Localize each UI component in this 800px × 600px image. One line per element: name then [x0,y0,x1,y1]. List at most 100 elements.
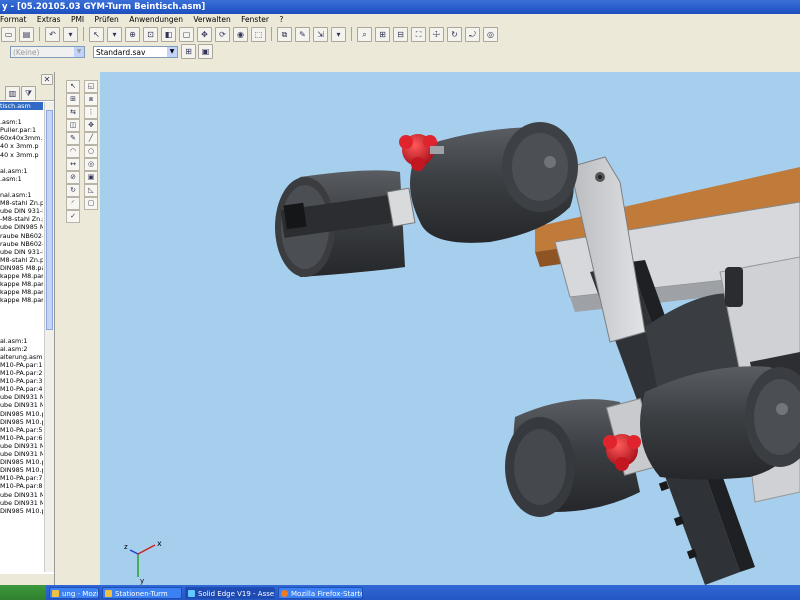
spin-view-icon[interactable]: ⤾ [465,26,480,42]
fit-icon[interactable]: ⊡ [143,26,158,42]
round-icon[interactable]: ◜ [66,197,80,210]
zoom-in-icon[interactable]: ⊞ [375,26,390,42]
move-part-icon[interactable]: ✥ [84,119,98,132]
view-save-icon[interactable]: ▣ [198,44,213,59]
filter-icon[interactable]: ⧩ [21,86,36,101]
tree-item[interactable]: ube DIN931 M10 [0,499,43,507]
tree-item[interactable]: M10-PA.par:4 [0,385,43,393]
zoom-area-icon[interactable]: ⌕ [357,26,372,42]
tree-item[interactable]: Puller.par:1 [0,126,43,134]
circle-icon[interactable]: ○ [84,145,98,158]
tree-item[interactable]: ube DIN931 M10 [0,401,43,409]
copy-icon[interactable]: ▭ [1,26,16,42]
paste-icon[interactable]: ▤ [19,26,34,42]
rotate-icon[interactable]: ⟳ [215,26,230,42]
tree-item[interactable]: 60x40x3mm.par [0,134,43,142]
tree-item[interactable]: 40 x 3mm.p [0,142,43,150]
pan-icon[interactable]: ✥ [197,26,212,42]
view-combo[interactable]: Standard.sav ▼ [93,45,178,58]
tree-item[interactable]: ube DIN931 M10 [0,450,43,458]
tree-item[interactable]: .asm:1 [0,175,43,183]
zoom-icon[interactable]: ⊕ [125,26,140,42]
tree-item[interactable] [0,159,43,167]
part-icon[interactable]: ◱ [84,80,98,93]
tree-item[interactable]: kappe M8.par:1 [0,272,43,280]
menu-help[interactable]: ? [279,15,283,24]
select-arrow-icon[interactable]: ↖ [66,80,80,93]
tree-item[interactable]: DIN985 M10.par [0,466,43,474]
tree-item[interactable]: M8-stahl Zn.par [0,199,43,207]
tree-item[interactable]: ube DIN931 M10 [0,442,43,450]
measure-dropdown-icon[interactable]: ▾ [331,26,346,42]
style-combo[interactable]: (Keine) ▼ [10,45,85,58]
tree-item[interactable]: ube DIN 931-M8 [0,207,43,215]
tree-item[interactable]: M8-stahl Zn.par [0,256,43,264]
tree-item[interactable]: ube DIN931 M10 [0,393,43,401]
shaded-view-icon[interactable]: ◧ [161,26,176,42]
tree-item[interactable]: M10-PA.par:2 [0,369,43,377]
taskbar-item-solid-edge[interactable]: Solid Edge V19 - Asse... [185,586,275,599]
render-icon[interactable]: ◉ [233,26,248,42]
arc-icon[interactable]: ◠ [66,145,80,158]
taskbar-item-stationen[interactable]: Stationen-Turm [102,586,182,599]
tree-item[interactable]: -M8-stahl Zn.par [0,215,43,223]
sketch-icon[interactable]: ✎ [66,132,80,145]
look-at-icon[interactable]: ◎ [483,26,498,42]
menu-format[interactable]: Format [0,15,26,24]
tree-item[interactable]: DIN985 M8.par [0,264,43,272]
tree-item[interactable]: al.asm:2 [0,345,43,353]
menu-pmi[interactable]: PMI [71,15,84,24]
tree-item[interactable]: M10-PA.par:3 [0,377,43,385]
menu-anwendungen[interactable]: Anwendungen [129,15,183,24]
measure-icon[interactable]: ⇲ [313,26,328,42]
insert-part-icon[interactable]: ⊞ [66,93,80,106]
tree-item[interactable]: kappe M8.par:2 [0,280,43,288]
taskbar-item-firefox[interactable]: ung - Mozilla Firefox [49,586,99,599]
tree-item[interactable]: raube NB602-M [0,232,43,240]
revolve-icon[interactable]: ↻ [66,184,80,197]
taskbar-item-firefox-start[interactable]: Mozilla Firefox-Starte... [278,586,363,599]
3d-viewport[interactable]: x y z [100,72,800,585]
tree-item[interactable]: ube DIN985 M8 [0,223,43,231]
mate-icon[interactable]: ⧈ [84,93,98,106]
mirror-icon[interactable]: ◫ [66,119,80,132]
select-tool-icon[interactable]: ↖ [89,26,104,42]
tree-item[interactable]: al.asm:1 [0,337,43,345]
assembly-tree[interactable]: tisch.asm .asm:1 Puller.par:160x40x3mm.par… [0,102,43,572]
tree-item[interactable]: raube NB602-M [0,240,43,248]
close-icon[interactable]: ✕ [41,74,53,85]
tree-item[interactable]: M10-PA.par:5 [0,426,43,434]
fit-all-icon[interactable]: ⛶ [411,26,426,42]
tree-item[interactable]: ube DIN931 M10 [0,491,43,499]
tree-item[interactable]: M10-PA.par:1 [0,361,43,369]
tree-item[interactable] [0,312,43,320]
tree-item[interactable]: M10-PA.par:6 [0,434,43,442]
tree-item[interactable] [0,110,43,118]
zoom-out-icon[interactable]: ⊟ [393,26,408,42]
menu-verwalten[interactable]: Verwalten [193,15,230,24]
menu-fenster[interactable]: Fenster [241,15,269,24]
select-dropdown-icon[interactable]: ▾ [107,26,122,42]
undo-dropdown-icon[interactable]: ▾ [63,26,78,42]
menu-extras[interactable]: Extras [37,15,61,24]
view-settings-icon[interactable]: ⊞ [181,44,196,59]
tree-item[interactable] [0,304,43,312]
align-icon[interactable]: ⇆ [66,106,80,119]
wireframe-icon[interactable]: ▢ [179,26,194,42]
tree-item[interactable]: al.asm:1 [0,167,43,175]
tree-item[interactable] [0,183,43,191]
tree-item[interactable] [0,329,43,337]
sketch-icon[interactable]: ✎ [295,26,310,42]
tree-item[interactable]: M10-PA.par:7 [0,474,43,482]
tree-item[interactable]: nal.asm:1 [0,191,43,199]
undo-icon[interactable]: ↶ [45,26,60,42]
layers-icon[interactable]: ⧉ [277,26,292,42]
tree-item[interactable]: DIN985 M10.par [0,418,43,426]
tree-item[interactable]: DIN985 M10.par [0,507,43,515]
tree-item[interactable]: ube DIN 931-M [0,248,43,256]
chevron-down-icon[interactable]: ▼ [74,46,84,57]
tree-item[interactable]: tisch.asm [0,102,43,111]
tree-scrollbar[interactable] [44,102,54,572]
tree-item[interactable]: DIN985 M10.par [0,458,43,466]
line-icon[interactable]: ╱ [84,132,98,145]
